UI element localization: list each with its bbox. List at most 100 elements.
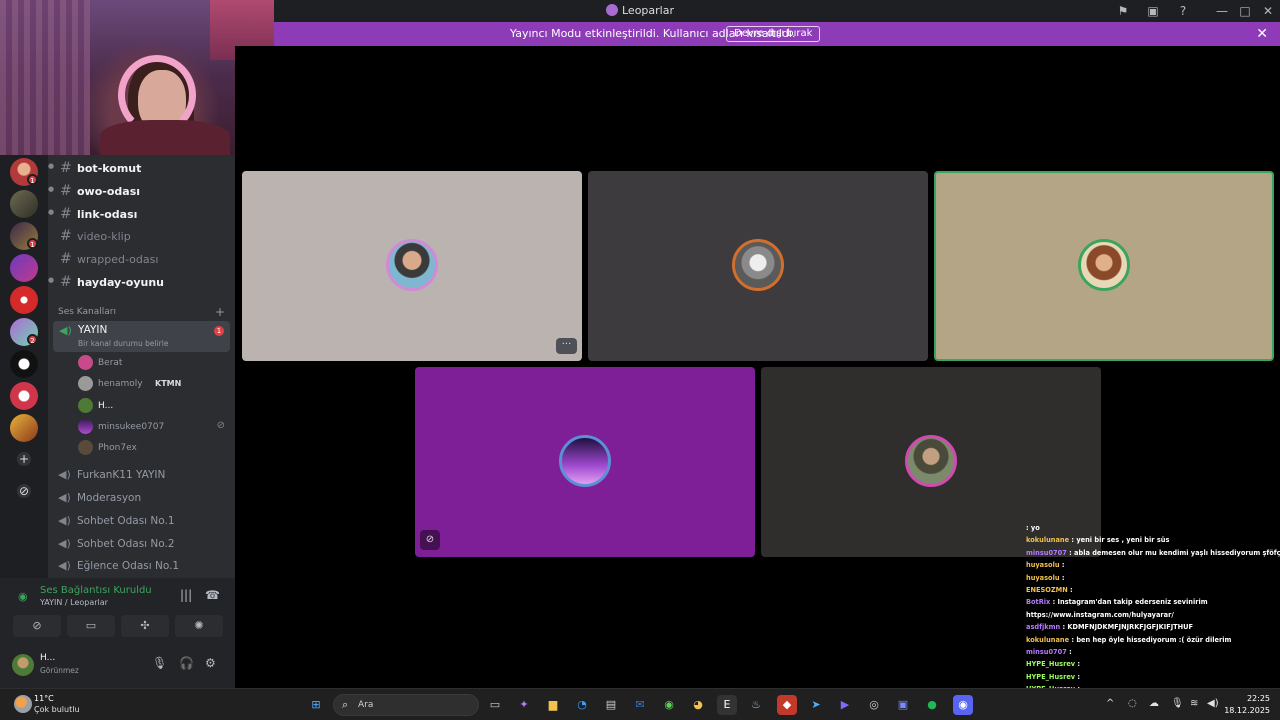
volume-icon[interactable]: ◀) [1207, 698, 1219, 709]
app-icon[interactable]: ◎ [864, 695, 884, 715]
avatar[interactable] [12, 654, 34, 676]
show-hidden-icons[interactable]: ^ [1106, 698, 1114, 709]
clock-time[interactable]: 22:25 [1226, 694, 1270, 703]
flag-icon[interactable]: ⚑ [1115, 3, 1131, 19]
wifi-icon[interactable]: ≋ [1190, 698, 1198, 709]
explore-servers-icon[interactable]: ⊘ [17, 484, 31, 498]
voice-user[interactable]: Phon7ex [48, 438, 235, 458]
clock-date[interactable]: 18.12.2025 [1218, 706, 1270, 715]
voice-channel[interactable]: ◀) Moderasyon [48, 487, 235, 509]
text-channel[interactable]: # video-klip [48, 226, 235, 246]
screen-share-button[interactable]: ▭ [67, 615, 115, 637]
chat-message: kokulunane : ben hep öyle hissediyorum :… [1026, 634, 1280, 646]
chat-text: : yeni bir ses , yeni bir süs [1071, 536, 1170, 545]
server-avatar[interactable] [10, 190, 38, 218]
server-avatar[interactable] [10, 414, 38, 442]
voice-channel[interactable]: ◀) FurkanK11 YAYIN [48, 464, 235, 486]
activities-button[interactable]: ✣ [121, 615, 169, 637]
app-icon[interactable]: ▣ [893, 695, 913, 715]
voice-category-header[interactable]: Ses Kanalları [58, 307, 116, 317]
signal-icon[interactable]: ◉ [18, 590, 28, 603]
add-server-icon[interactable]: + [17, 452, 31, 466]
close-window-button[interactable]: ✕ [1260, 3, 1276, 19]
voice-channel[interactable]: ◀) Sohbet Odası No.1 [48, 510, 235, 532]
hash-icon: # [60, 160, 72, 176]
channel-status[interactable]: Bir kanal durumu belirle [78, 339, 168, 348]
epic-games-icon[interactable]: E [717, 695, 737, 715]
maximize-button[interactable]: □ [1237, 3, 1253, 19]
voice-status-subtitle[interactable]: YAYIN / Leoparlar [40, 598, 108, 607]
minimize-button[interactable]: — [1214, 3, 1230, 19]
voice-channel[interactable]: ◀) Sohbet Odası No.2 [48, 533, 235, 555]
banner-close-icon[interactable]: ✕ [1256, 26, 1268, 42]
microphone-icon[interactable]: 🎙 [152, 656, 167, 670]
voice-user[interactable]: minsukee0707 ⊘ [48, 417, 235, 437]
voice-user[interactable]: Berat [48, 353, 235, 373]
avatar [905, 435, 957, 487]
help-icon[interactable]: ? [1175, 3, 1191, 19]
tray-app-icon[interactable]: ◌ [1128, 698, 1137, 709]
server-avatar[interactable] [10, 350, 38, 378]
text-channel[interactable]: # wrapped-odası [48, 249, 235, 269]
microphone-icon[interactable]: 🎙 [1171, 698, 1184, 709]
voice-user[interactable]: H... [48, 396, 235, 416]
chat-username: ENESOZMN [1026, 586, 1068, 595]
taskbar: 11°C Çok bulutlu ⊞ ⌕ Ara ▭ ✦ ▆ ◔ ▤ ✉ ◉ ◕… [0, 688, 1280, 720]
server-avatar[interactable] [10, 254, 38, 282]
discord-icon[interactable]: ◉ [953, 695, 973, 715]
soundboard-button[interactable]: ✺ [175, 615, 223, 637]
disconnect-icon[interactable]: ☎ [205, 588, 220, 602]
user-name: minsukee0707 [98, 422, 165, 432]
onedrive-icon[interactable]: ☁ [1149, 698, 1159, 709]
participant-tile[interactable] [588, 171, 928, 361]
inbox-icon[interactable]: ▣ [1145, 3, 1161, 19]
camera-toggle-button[interactable]: ⊘ [13, 615, 61, 637]
avatar [1078, 239, 1130, 291]
app-icon[interactable]: ◆ [777, 695, 797, 715]
chat-text: : [1077, 672, 1081, 681]
app-icon[interactable]: ➤ [806, 695, 826, 715]
muted-icon: ⊘ [420, 530, 440, 550]
file-explorer-icon[interactable]: ▆ [543, 695, 563, 715]
server-avatar[interactable] [10, 382, 38, 410]
app-icon[interactable]: ▶ [835, 695, 855, 715]
voice-status-title: Ses Bağlantısı Kuruldu [40, 585, 152, 596]
voice-channel[interactable]: ◀) Eğlence Odası No.1 [48, 555, 235, 577]
taskbar-search[interactable]: ⌕ Ara [333, 694, 479, 716]
channel-label: video-klip [77, 230, 131, 243]
participant-tile-speaking[interactable] [934, 171, 1274, 361]
more-options-button[interactable]: ··· [556, 338, 577, 354]
participant-tile[interactable]: ⊘ [415, 367, 755, 557]
start-icon[interactable]: ⊞ [306, 695, 326, 715]
spotify-icon[interactable]: ● [922, 695, 942, 715]
text-channel[interactable]: ● # link-odası [48, 204, 235, 224]
disable-streamer-mode-button[interactable]: Devre dışı bırak [726, 26, 821, 42]
hash-icon: # [60, 251, 72, 267]
copilot-icon[interactable]: ✦ [514, 695, 534, 715]
edge-icon[interactable]: ◔ [572, 695, 592, 715]
weather-icon[interactable] [14, 695, 32, 713]
text-channel[interactable]: ● # bot-komut [48, 158, 235, 178]
store-icon[interactable]: ▤ [601, 695, 621, 715]
voice-user[interactable]: henamoly KTMN [48, 374, 235, 394]
avatar [732, 239, 784, 291]
text-channel[interactable]: ● # hayday-oyunu [48, 272, 235, 292]
chrome-icon[interactable]: ◕ [688, 695, 708, 715]
create-channel-icon[interactable]: + [215, 305, 225, 319]
channel-label: owo-odası [77, 185, 141, 198]
noise-suppression-icon[interactable]: ||| [180, 588, 192, 602]
current-user-status: Görünmez [40, 666, 79, 675]
chat-text: https://www.instagram.com/hulyayarar/ [1026, 610, 1174, 619]
task-view-icon[interactable]: ▭ [485, 695, 505, 715]
text-channel[interactable]: ● # owo-odası [48, 181, 235, 201]
chat-text: : yo [1026, 524, 1040, 532]
active-voice-channel[interactable]: ◀) YAYIN Bir kanal durumu belirle 1 [53, 321, 230, 352]
steam-icon[interactable]: ♨ [746, 695, 766, 715]
outlook-icon[interactable]: ✉ [630, 695, 650, 715]
participant-tile[interactable]: ··· [242, 171, 582, 361]
settings-gear-icon[interactable]: ⚙ [205, 656, 216, 670]
xbox-icon[interactable]: ◉ [659, 695, 679, 715]
headphones-icon[interactable]: 🎧 [179, 656, 194, 670]
server-avatar[interactable] [10, 286, 38, 314]
webcam-background [0, 0, 90, 155]
